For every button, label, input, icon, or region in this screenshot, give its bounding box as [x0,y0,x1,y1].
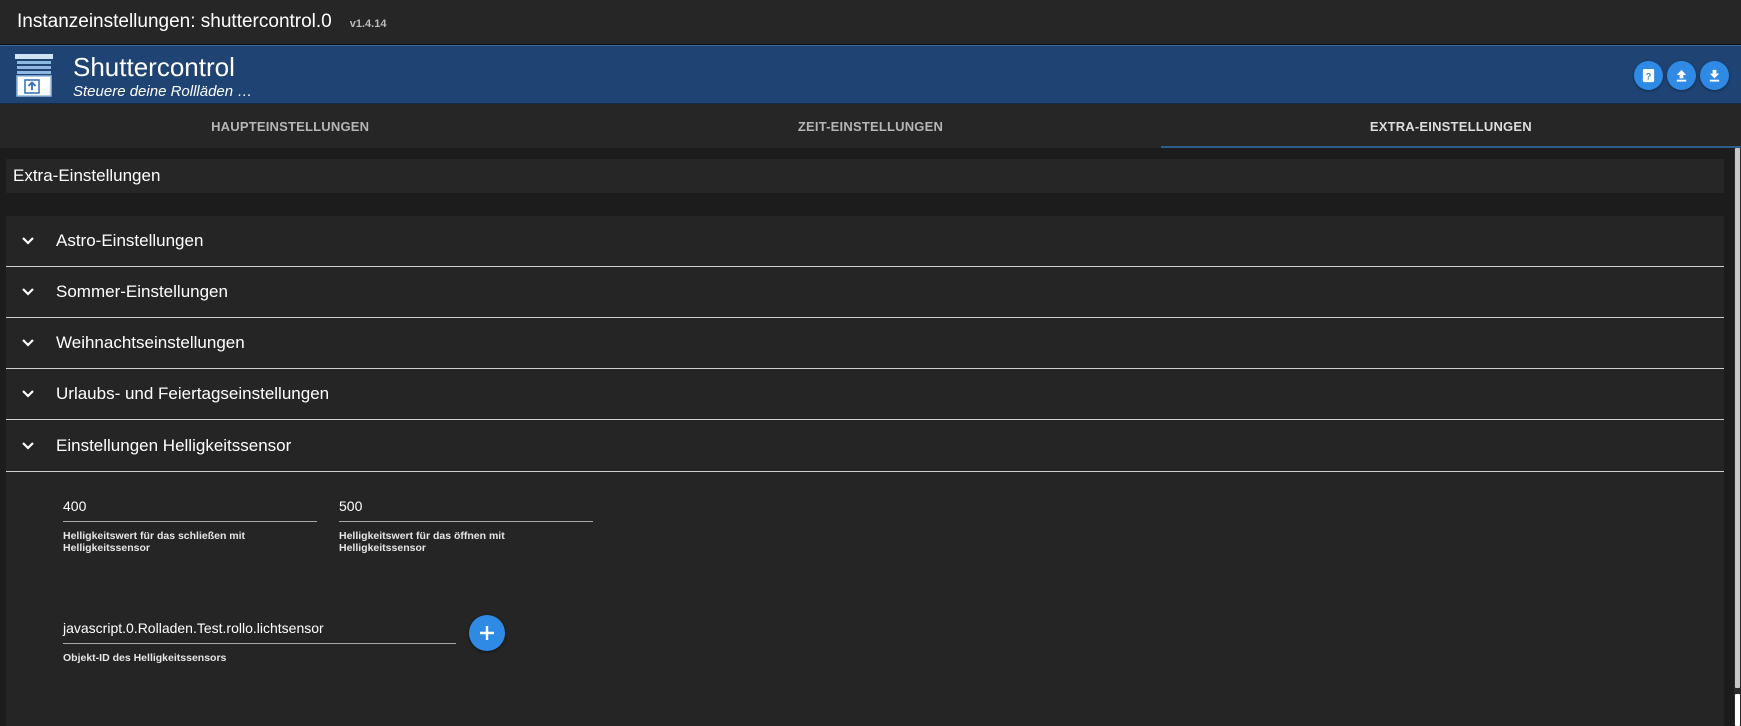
adapter-header: Shuttercontrol Steuere deine Rollläden …… [0,45,1741,104]
download-button[interactable] [1700,61,1729,90]
upload-button[interactable] [1667,61,1696,90]
sensor-object-field: javascript.0.Rolladen.Test.rollo.lichtse… [63,616,456,664]
open-brightness-input[interactable]: 500 [339,494,593,522]
app-description: Steuere deine Rollläden … [73,83,253,100]
upload-icon [1676,69,1687,82]
chevron-down-icon [21,236,51,246]
open-brightness-field: 500 Helligkeitswert für das öffnen mit H… [339,494,593,554]
section-title: Extra-Einstellungen [6,159,1724,193]
content-area: Extra-Einstellungen Astro-Einstellungen … [0,148,1741,726]
shutter-logo-icon [15,54,53,97]
title-bar: Instanzeinstellungen: shuttercontrol.0 v… [0,0,1741,45]
accordion-label: Einstellungen Helligkeitssensor [56,435,292,455]
close-brightness-field: 400 Helligkeitswert für das schließen mi… [63,494,317,554]
close-brightness-input[interactable]: 400 [63,494,317,522]
chevron-down-icon [21,287,51,297]
chevron-down-icon [21,441,51,451]
close-brightness-hint: Helligkeitswert für das schließen mit He… [63,530,246,554]
scrollbar-track [1735,148,1740,688]
svg-text:?: ? [1646,71,1652,81]
accordion-astro[interactable]: Astro-Einstellungen [6,216,1724,267]
plus-icon [480,626,494,640]
chevron-down-icon [21,338,51,348]
sensor-object-hint: Objekt-ID des Helligkeitssensors [63,652,227,664]
vertical-scrollbar[interactable] [1734,148,1741,726]
accordion-label: Astro-Einstellungen [56,231,204,250]
tab-haupteinstellungen[interactable]: HAUPTEINSTELLUNGEN [0,104,580,148]
window-title: Instanzeinstellungen: shuttercontrol.0 [17,11,332,32]
accordion-label: Sommer-Einstellungen [56,282,228,301]
open-brightness-hint: Helligkeitswert für das öffnen mit Helli… [339,530,505,554]
accordion-urlaub[interactable]: Urlaubs- und Feiertagseinstellungen [6,369,1724,420]
accordion-body-helligkeitssensor: 400 Helligkeitswert für das schließen mi… [6,472,1724,725]
sensor-object-id-input[interactable]: javascript.0.Rolladen.Test.rollo.lichtse… [63,616,456,644]
select-object-button[interactable] [469,615,505,651]
tab-zeit-einstellungen[interactable]: ZEIT-EINSTELLUNGEN [580,104,1160,148]
download-icon [1709,69,1720,82]
accordion-sommer[interactable]: Sommer-Einstellungen [6,267,1724,318]
accordion-label: Weihnachtseinstellungen [56,333,245,352]
accordion-helligkeitssensor[interactable]: Einstellungen Helligkeitssensor [6,420,1724,472]
accordion-panel: Astro-Einstellungen Sommer-Einstellungen… [6,216,1724,726]
accordion-weihnachten[interactable]: Weihnachtseinstellungen [6,318,1724,369]
help-icon: ? [1642,68,1655,83]
app-name: Shuttercontrol [73,52,235,82]
accordion-label: Urlaubs- und Feiertagseinstellungen [56,384,330,403]
help-button[interactable]: ? [1634,61,1663,90]
tab-extra-einstellungen[interactable]: EXTRA-EINSTELLUNGEN [1160,104,1741,148]
settings-tabs: HAUPTEINSTELLUNGEN ZEIT-EINSTELLUNGEN EX… [0,104,1741,148]
scrollbar-thumb[interactable] [1735,694,1740,726]
chevron-down-icon [21,389,51,399]
version-label: v1.4.14 [349,18,387,30]
